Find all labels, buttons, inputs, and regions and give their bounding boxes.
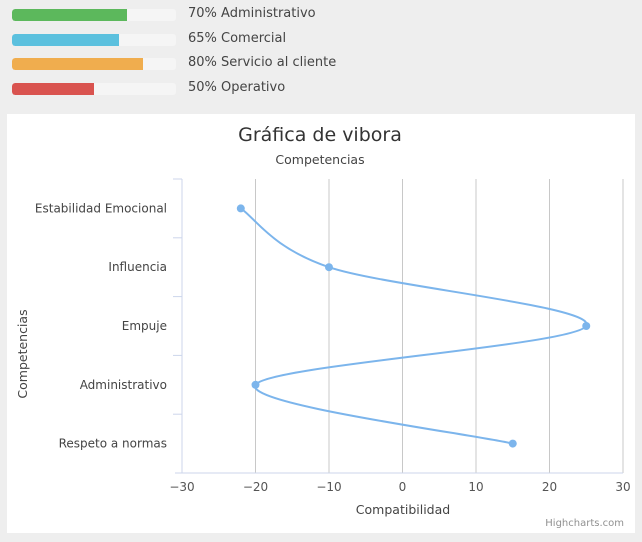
progress-track xyxy=(12,58,176,70)
progress-track xyxy=(12,34,176,46)
progress-track xyxy=(12,9,176,21)
progress-label: 65% Comercial xyxy=(188,31,287,46)
progress-fill xyxy=(12,34,119,46)
y-category-label: Empuje xyxy=(122,319,167,333)
x-tick-label: 30 xyxy=(615,480,630,494)
y-category-label: Respeto a normas xyxy=(59,437,167,451)
x-axis-title: Compatibilidad xyxy=(356,502,450,517)
chart-panel: Gráfica de vibora Competencias −30 −20 −10… xyxy=(7,114,635,533)
data-point-marker xyxy=(582,322,591,330)
chart-subtitle: Competencias xyxy=(275,152,364,167)
progress-label: 70% Administrativo xyxy=(188,6,316,21)
y-category-label: Estabilidad Emocional xyxy=(35,201,167,215)
progress-fill xyxy=(12,83,94,95)
data-point-marker xyxy=(236,204,245,213)
chart-title: Gráfica de vibora xyxy=(238,124,402,146)
series-layer xyxy=(236,204,591,448)
grid-layer xyxy=(255,179,624,473)
y-axis-title: Competencias xyxy=(15,309,30,398)
data-point-marker xyxy=(251,380,260,389)
axis-layer: −30 −20 −10 0 10 20 30 Estabilidad Emocional Inf… xyxy=(35,178,631,494)
progress-fill xyxy=(12,58,144,70)
highcharts-credits[interactable]: Highcharts.com xyxy=(545,518,624,529)
x-tick-label: 0 xyxy=(399,480,407,494)
progress-label: 50% Operativo xyxy=(188,80,286,95)
progress-track xyxy=(12,83,176,95)
x-tick-label: −10 xyxy=(316,480,341,494)
progress-label: 80% Servicio al cliente xyxy=(188,55,337,70)
snake-chart: Gráfica de vibora Competencias −30 −20 −10… xyxy=(15,124,631,529)
progress-fill xyxy=(12,9,127,21)
x-tick-label: 10 xyxy=(468,480,483,494)
x-tick-label: −30 xyxy=(169,480,194,494)
y-category-label: Administrativo xyxy=(80,378,167,392)
x-tick-label: 20 xyxy=(542,480,557,494)
data-point-marker xyxy=(325,263,333,272)
data-point-marker xyxy=(508,439,517,448)
y-category-label: Influencia xyxy=(108,260,167,274)
x-tick-label: −20 xyxy=(243,480,268,494)
series-line xyxy=(240,207,588,445)
